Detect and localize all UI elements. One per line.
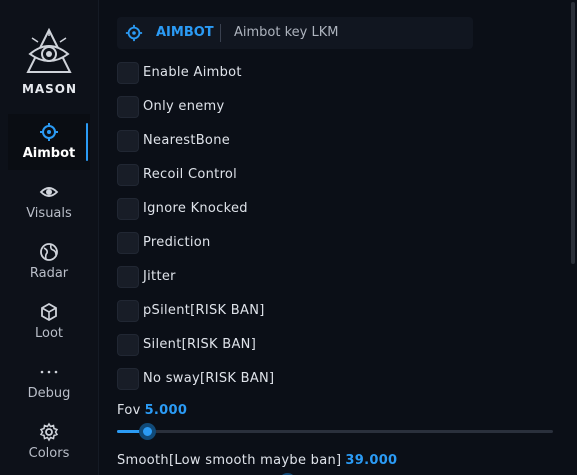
- sidebar-item-visuals[interactable]: Visuals: [8, 174, 90, 230]
- scrollbar[interactable]: [570, 0, 577, 475]
- checkbox[interactable]: [117, 368, 139, 390]
- sidebar-item-label: Debug: [27, 386, 71, 401]
- sidebar-item-loot[interactable]: Loot: [8, 294, 90, 350]
- fov-slider-handle[interactable]: [138, 423, 156, 440]
- eye-icon: [8, 182, 90, 202]
- eye-pyramid-logo-icon: [26, 28, 72, 73]
- sidebar: MASON Aimbot Visuals Radar Loot Debug Co…: [0, 0, 99, 475]
- option-label: Enable Aimbot: [143, 65, 242, 80]
- smooth-label: Smooth[Low smooth maybe ban]: [117, 453, 342, 468]
- option-label: No sway[RISK BAN]: [143, 371, 275, 386]
- option-label: NearestBone: [143, 133, 231, 148]
- gear-icon: [8, 422, 90, 442]
- checkbox[interactable]: [117, 334, 139, 356]
- section-header: AIMBOT Aimbot key LKM: [117, 17, 473, 49]
- active-indicator: [86, 123, 88, 161]
- brand-logo: MASON: [0, 24, 99, 96]
- option-label: Only enemy: [143, 99, 225, 114]
- header-divider: [220, 24, 221, 42]
- sidebar-item-label: Loot: [34, 326, 64, 341]
- sidebar-item-debug[interactable]: Debug: [8, 354, 90, 410]
- smooth-value: 39.000: [345, 453, 398, 468]
- checkbox[interactable]: [117, 96, 139, 118]
- checkbox[interactable]: [117, 130, 139, 152]
- option-label: Recoil Control: [143, 167, 238, 182]
- option-label: Ignore Knocked: [143, 201, 248, 216]
- sidebar-item-label: Visuals: [26, 206, 72, 221]
- sidebar-item-colors[interactable]: Colors: [8, 414, 90, 470]
- crosshair-icon: [125, 24, 143, 46]
- fov-label: Fov: [117, 403, 141, 418]
- sidebar-item-label: Radar: [29, 266, 69, 281]
- fov-slider-label: Fov 5.000: [117, 403, 187, 418]
- checkbox[interactable]: [117, 198, 139, 220]
- checkbox[interactable]: [117, 232, 139, 254]
- box-icon: [8, 302, 90, 322]
- aimbot-panel: AIMBOT Aimbot key LKM Enable Aimbot Only…: [100, 0, 570, 475]
- sidebar-item-aimbot[interactable]: Aimbot: [8, 114, 90, 170]
- checkbox[interactable]: [117, 266, 139, 288]
- smooth-slider-label: Smooth[Low smooth maybe ban] 39.000: [117, 453, 397, 468]
- sidebar-item-radar[interactable]: Radar: [8, 234, 90, 290]
- option-label: pSilent[RISK BAN]: [143, 303, 265, 318]
- crosshair-icon: [8, 122, 90, 142]
- checkbox[interactable]: [117, 62, 139, 84]
- sidebar-item-label: Colors: [28, 446, 70, 461]
- option-label: Silent[RISK BAN]: [143, 337, 257, 352]
- fov-value: 5.000: [144, 403, 188, 418]
- checkbox[interactable]: [117, 164, 139, 186]
- fov-slider[interactable]: [117, 423, 553, 440]
- globe-icon: [8, 242, 90, 262]
- scrollbar-thumb[interactable]: [571, 2, 575, 264]
- checkbox[interactable]: [117, 300, 139, 322]
- option-label: Prediction: [143, 235, 211, 250]
- aimbot-key-label[interactable]: Aimbot key LKM: [234, 25, 338, 40]
- option-label: Jitter: [143, 269, 176, 284]
- section-title: AIMBOT: [156, 25, 214, 40]
- brand-name: MASON: [21, 82, 78, 96]
- sidebar-item-label: Aimbot: [22, 146, 76, 161]
- dots-icon: [8, 362, 90, 382]
